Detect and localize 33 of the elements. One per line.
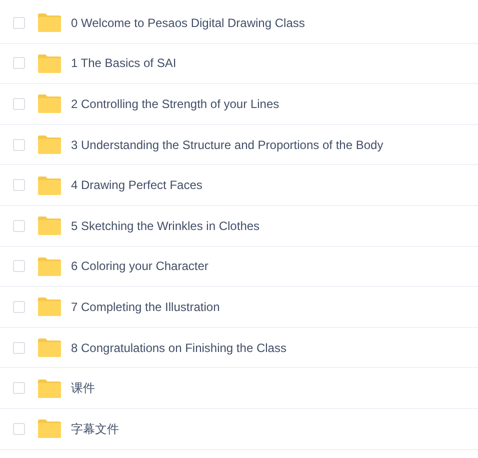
folder-icon <box>38 135 61 154</box>
checkbox[interactable] <box>13 179 25 192</box>
folder-icon <box>38 256 61 276</box>
checkbox[interactable] <box>13 57 25 70</box>
folder-icon <box>38 419 61 438</box>
checkbox[interactable] <box>13 382 25 394</box>
folder-name[interactable]: 课件 <box>71 379 95 398</box>
checkbox[interactable] <box>13 260 25 272</box>
folder-name[interactable]: 6 Coloring your Character <box>71 257 208 276</box>
checkbox[interactable] <box>13 138 25 151</box>
checkbox[interactable] <box>13 342 25 354</box>
folder-icon <box>38 176 61 195</box>
folder-name[interactable]: 1 The Basics of SAI <box>71 54 176 72</box>
folder-name[interactable]: 5 Sketching the Wrinkles in Clothes <box>71 216 260 235</box>
folder-name[interactable]: 2 Controlling the Strength of your Lines <box>71 94 280 113</box>
folder-name[interactable]: 4 Drawing Perfect Faces <box>71 176 202 194</box>
folder-name[interactable]: 3 Understanding the Structure and Proportions of the Body <box>71 136 384 154</box>
folder-name[interactable]: 字幕文件 <box>71 420 119 438</box>
folder-name[interactable]: 8 Congratulations on Finishing the Class <box>71 338 286 357</box>
folder-name[interactable]: 7 Completing the Illustration <box>71 298 220 316</box>
folder-icon <box>38 94 61 114</box>
folder-icon <box>38 216 61 236</box>
folder-icon <box>38 338 61 358</box>
folder-icon <box>38 13 61 32</box>
checkbox[interactable] <box>13 16 25 29</box>
checkbox[interactable] <box>13 98 25 110</box>
folder-icon <box>38 378 61 398</box>
folder-icon <box>38 54 61 73</box>
checkbox[interactable] <box>13 220 25 232</box>
checkbox[interactable] <box>13 422 25 435</box>
folder-name[interactable]: 0 Welcome to Pesaos Digital Drawing Class <box>71 14 305 32</box>
folder-icon <box>38 297 61 316</box>
checkbox[interactable] <box>13 300 25 313</box>
